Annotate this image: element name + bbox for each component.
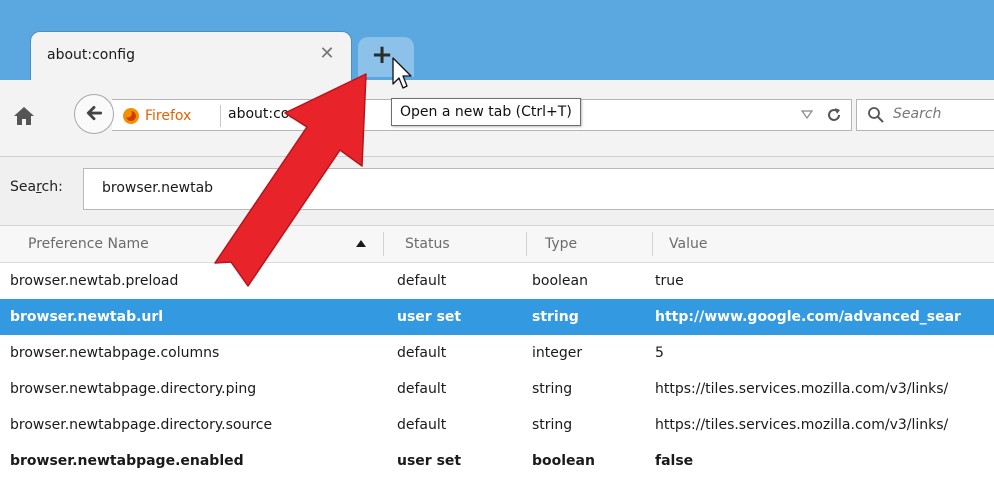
table-row[interactable]: browser.newtabpage.directory.source defa… bbox=[0, 407, 994, 443]
pref-name: browser.newtab.url bbox=[10, 309, 164, 325]
config-search-value: browser.newtab bbox=[102, 180, 214, 196]
pref-type: string bbox=[532, 417, 573, 433]
pref-name: browser.newtab.preload bbox=[10, 273, 179, 289]
magnifier-icon bbox=[868, 107, 884, 123]
pref-value: 5 bbox=[655, 345, 664, 361]
search-bar[interactable]: Search bbox=[856, 99, 994, 131]
pref-value: true bbox=[655, 273, 684, 289]
table-header: Preference Name Status Type Value bbox=[0, 226, 994, 263]
pref-type: string bbox=[532, 309, 579, 325]
config-search-label: Search: bbox=[10, 179, 63, 195]
pref-status: user set bbox=[397, 309, 462, 325]
dropdown-triangle-icon[interactable] bbox=[800, 107, 814, 121]
column-header-name[interactable]: Preference Name bbox=[28, 226, 149, 262]
tab-title: about:config bbox=[47, 47, 135, 63]
pref-status: default bbox=[397, 273, 447, 289]
pref-status: default bbox=[397, 417, 447, 433]
back-button[interactable] bbox=[74, 94, 114, 134]
pref-status: user set bbox=[397, 453, 462, 469]
table-row[interactable]: browser.newtabpage.columns default integ… bbox=[0, 335, 994, 371]
back-arrow-icon bbox=[86, 105, 103, 121]
pref-status: default bbox=[397, 345, 447, 361]
pref-value: false bbox=[655, 453, 694, 469]
column-separator bbox=[526, 232, 527, 256]
sort-ascending-icon bbox=[356, 240, 366, 247]
about-config-page: Search: browser.newtab Preference Name S… bbox=[0, 157, 994, 469]
identity-box[interactable]: Firefox bbox=[122, 106, 191, 126]
pref-status: default bbox=[397, 381, 447, 397]
table-row[interactable]: browser.newtab.preload default boolean t… bbox=[0, 263, 994, 299]
new-tab-button[interactable]: + bbox=[358, 37, 414, 77]
plus-icon: + bbox=[371, 40, 393, 70]
pref-type: boolean bbox=[532, 273, 588, 289]
pref-value: https://tiles.services.mozilla.com/v3/li… bbox=[655, 381, 949, 397]
tab-about-config[interactable]: about:config ✕ bbox=[30, 31, 352, 81]
new-tab-tooltip: Open a new tab (Ctrl+T) bbox=[391, 98, 581, 126]
tab-strip: about:config ✕ + bbox=[0, 0, 994, 81]
pref-type: integer bbox=[532, 345, 583, 361]
pref-name: browser.newtabpage.directory.source bbox=[10, 417, 273, 433]
column-header-type[interactable]: Type bbox=[545, 226, 577, 262]
pref-type: boolean bbox=[532, 453, 595, 469]
identity-label: Firefox bbox=[145, 108, 192, 124]
firefox-logo-icon bbox=[123, 108, 139, 124]
close-icon[interactable]: ✕ bbox=[315, 42, 339, 66]
pref-value: https://tiles.services.mozilla.com/v3/li… bbox=[655, 417, 949, 433]
table-row[interactable]: browser.newtabpage.directory.ping defaul… bbox=[0, 371, 994, 407]
pref-value: http://www.google.com/advanced_sear bbox=[655, 309, 961, 325]
preferences-list: browser.newtab.preload default boolean t… bbox=[0, 263, 994, 479]
reload-icon[interactable] bbox=[824, 105, 844, 125]
url-text[interactable]: about:con bbox=[228, 106, 298, 122]
column-separator bbox=[652, 232, 653, 256]
column-header-value[interactable]: Value bbox=[669, 226, 707, 262]
config-search-row: Search: browser.newtab bbox=[0, 157, 994, 226]
config-search-input[interactable]: browser.newtab bbox=[83, 168, 994, 210]
column-header-status[interactable]: Status bbox=[405, 226, 450, 262]
pref-type: string bbox=[532, 381, 573, 397]
pref-name: browser.newtabpage.enabled bbox=[10, 453, 244, 469]
url-divider bbox=[220, 105, 221, 127]
pref-name: browser.newtabpage.columns bbox=[10, 345, 220, 361]
pref-name: browser.newtabpage.directory.ping bbox=[10, 381, 257, 397]
table-row[interactable]: browser.newtabpage.enabled user set bool… bbox=[0, 443, 994, 479]
column-separator bbox=[383, 232, 384, 256]
home-icon[interactable] bbox=[10, 102, 38, 130]
table-row-selected[interactable]: browser.newtab.url user set string http:… bbox=[0, 299, 994, 335]
search-placeholder: Search bbox=[893, 106, 942, 122]
